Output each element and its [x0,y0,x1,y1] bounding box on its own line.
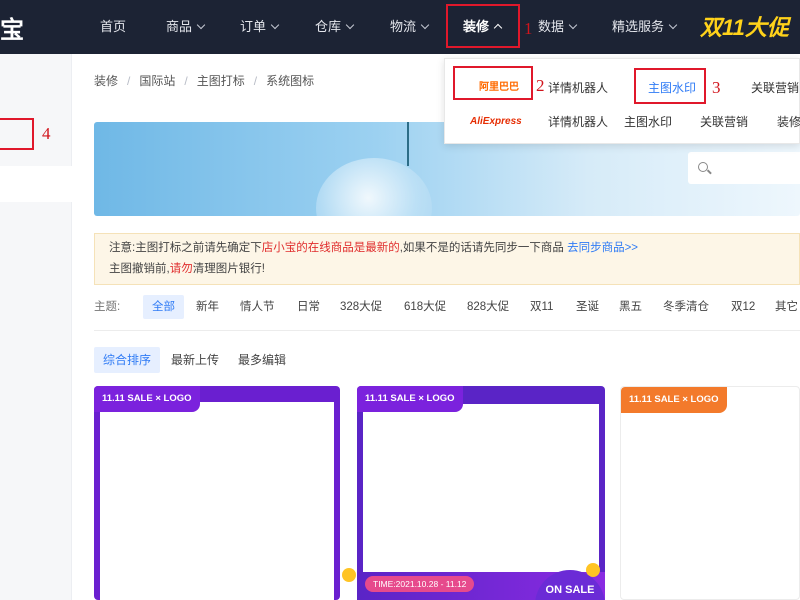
card-time-label: TIME:2021.10.28 - 11.12 [365,576,475,592]
highlight-box-decoration [446,4,520,48]
promo-banner-text[interactable]: 双11大促 [700,10,789,42]
breadcrumb-item[interactable]: 主图打标 [197,74,245,88]
step-marker-4: 4 [42,124,51,143]
brand-logo: 宝 [0,17,24,44]
notice-box: 注意:主图打标之前请先确定下店小宝的在线商品是最新的,如果不是的话请先同步一下商… [94,233,800,285]
chevron-down-icon [420,20,430,30]
nav-item-label: 仓库 [315,19,342,34]
notice-warning-text: 请勿 [169,263,193,275]
highlight-box-main-watermark [634,68,706,104]
sync-products-link[interactable]: 去同步商品>> [567,242,638,254]
highlight-box-sidebar [0,118,34,150]
chevron-down-icon [345,20,355,30]
nav-item-label: 首页 [100,19,127,34]
notice-warning-text: 店小宝的在线商品是最新的 [261,242,400,254]
nav-item-label: 商品 [166,19,193,34]
aliexpress-logo[interactable]: AliExpress [470,107,522,137]
card-preview [100,402,334,600]
theme-tag[interactable]: 828大促 [467,295,509,319]
theme-tag[interactable]: 冬季清仓 [663,295,709,319]
dropdown-item-detail-robot[interactable]: 详情机器人 [548,107,608,137]
card-preview [363,404,599,584]
card-tag: 11.11 SALE × LOGO [94,386,200,412]
nav-item-products[interactable]: 商品 [166,0,206,54]
search-input[interactable] [688,152,800,184]
notice-line-1: 注意:主图打标之前请先确定下店小宝的在线商品是最新的,如果不是的话请先同步一下商… [109,238,785,259]
notice-line-2: 主图撤销前,请勿清理图片银行! [109,259,785,280]
wind-chime-string [407,122,409,166]
theme-tag[interactable]: 情人节 [240,295,275,319]
nav-item-label: 数据 [538,19,565,34]
sort-tab-most-edited[interactable]: 最多编辑 [238,347,286,373]
step-marker-3: 3 [712,78,721,97]
theme-filter-label: 主题: [94,301,121,313]
theme-tag[interactable]: 618大促 [404,295,446,319]
dropdown-item-related-marketing[interactable]: 关联营销 [700,107,748,137]
dropdown-item-main-watermark[interactable]: 主图水印 [624,107,672,137]
card-tag: 11.11 SALE × LOGO [357,386,463,412]
watermark-card[interactable]: 11.11 SALE × LOGO [620,386,800,600]
dropdown-item-detail-robot[interactable]: 详情机器人 [548,73,608,103]
watermark-card[interactable]: 11.11 SALE × LOGO [357,386,605,600]
highlight-box-1688 [453,66,533,100]
decoration-dot [342,568,356,582]
wind-chime-image [316,158,432,216]
dropdown-item-decoration[interactable]: 装修 [777,107,800,137]
theme-tag[interactable]: 圣诞 [576,295,599,319]
nav-item-logistics[interactable]: 物流 [390,0,430,54]
chevron-down-icon [568,20,578,30]
theme-tag-all[interactable]: 全部 [143,295,184,319]
notice-text: 注意:主图打标之前请先确定下 [109,242,262,254]
card-tag: 11.11 SALE × LOGO [621,387,727,413]
notice-text: 清理图片银行! [192,263,265,275]
breadcrumb-item[interactable]: 国际站 [139,74,175,88]
watermark-card[interactable]: 11.11 SALE × LOGO [94,386,340,600]
top-nav: 宝 首页 商品 订单 仓库 物流 装修 数据 精选服务 双11大促 [0,0,800,54]
nav-item-home[interactable]: 首页 [100,0,126,54]
breadcrumb-current: 系统图标 [266,74,315,88]
theme-tag[interactable]: 新年 [196,295,219,319]
breadcrumb-separator: / [253,74,258,88]
chevron-down-icon [668,20,678,30]
dropdown-item-related-marketing[interactable]: 关联营销 [751,73,799,103]
chevron-down-icon [196,20,206,30]
nav-item-orders[interactable]: 订单 [240,0,280,54]
theme-tag[interactable]: 双11 [530,295,553,319]
theme-tag[interactable]: 328大促 [340,295,382,319]
section-divider [94,330,800,331]
search-icon [698,162,708,172]
nav-item-label: 订单 [240,19,267,34]
theme-tag[interactable]: 黑五 [619,295,642,319]
theme-tag[interactable]: 日常 [297,295,320,319]
nav-item-label: 精选服务 [612,19,665,34]
chevron-down-icon [270,20,280,30]
sidebar-item-active[interactable] [0,166,72,202]
theme-tag[interactable]: 其它 [775,295,798,319]
notice-text: 主图撤销前, [109,263,170,275]
breadcrumb-separator: / [184,74,188,88]
theme-tag[interactable]: 双12 [731,295,755,319]
sort-tab-latest[interactable]: 最新上传 [171,347,219,373]
notice-text: ,如果不是的话请先同步一下商品 [399,242,568,254]
nav-item-label: 物流 [390,19,417,34]
step-marker-2: 2 [536,76,545,95]
breadcrumb-separator: / [127,74,131,88]
nav-item-services[interactable]: 精选服务 [612,0,678,54]
step-marker-1: 1 [524,19,533,38]
dropdown-row-aliexpress: AliExpress 详情机器人 主图水印 关联营销 装修 [445,107,800,137]
breadcrumb: 装修 / 国际站 / 主图打标 / 系统图标 [94,72,314,89]
breadcrumb-item[interactable]: 装修 [94,74,118,88]
nav-item-data[interactable]: 数据 [538,0,578,54]
nav-item-warehouse[interactable]: 仓库 [315,0,355,54]
sort-tab-comprehensive[interactable]: 综合排序 [94,347,161,373]
